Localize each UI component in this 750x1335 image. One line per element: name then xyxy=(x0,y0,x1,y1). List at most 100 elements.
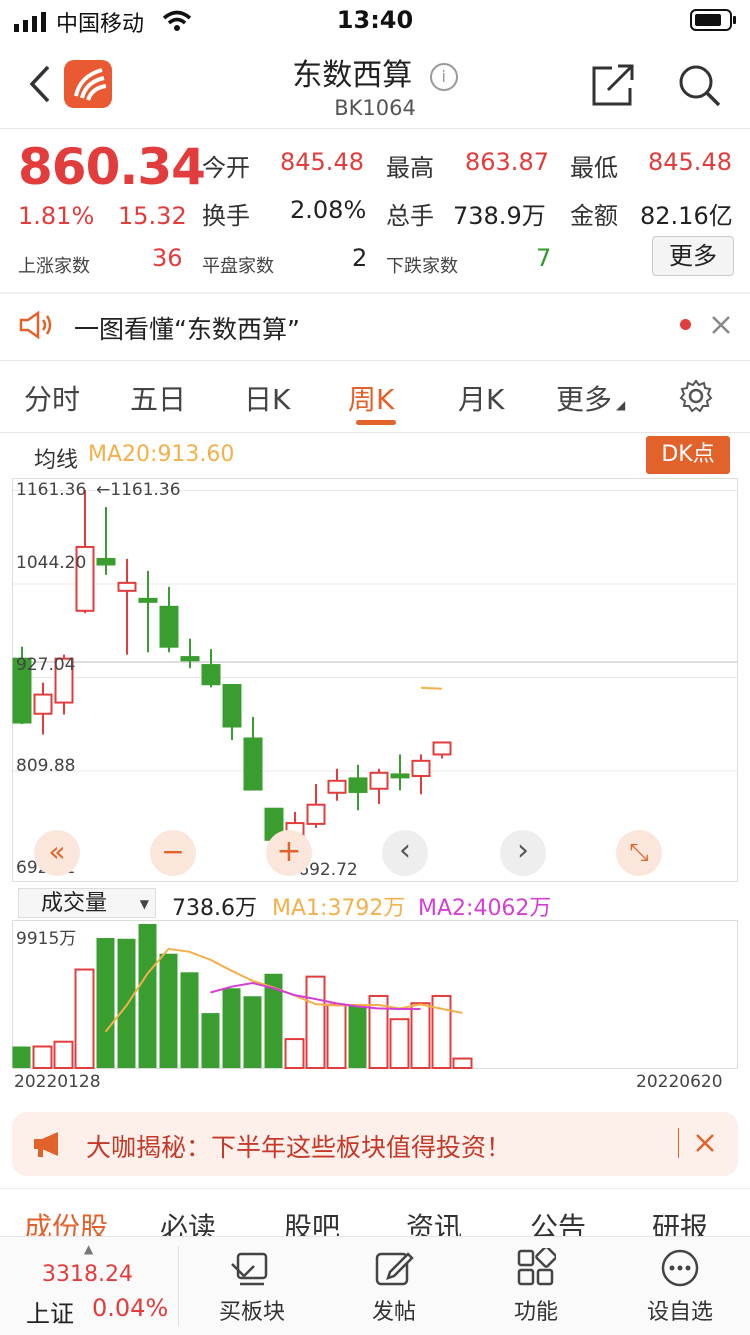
share-icon[interactable] xyxy=(590,62,638,110)
info-icon[interactable]: i xyxy=(429,62,458,91)
amount-value: 82.16亿 xyxy=(640,202,733,230)
volume-bar xyxy=(180,972,199,1068)
candle-body xyxy=(411,759,431,777)
active-tab-indicator xyxy=(356,420,396,425)
up-count-label: 上涨家数 xyxy=(18,256,90,277)
dk-point-button[interactable]: DK点 xyxy=(646,436,730,474)
volume-bar xyxy=(222,988,241,1068)
candle-body xyxy=(243,737,263,791)
tab-five-day[interactable]: 五日 xyxy=(130,378,186,418)
fullscreen-button[interactable]: ⤡ xyxy=(616,830,662,876)
speaker-icon xyxy=(19,310,52,340)
candle-body xyxy=(327,779,347,794)
edit-icon[interactable] xyxy=(374,1248,414,1288)
candle-body xyxy=(222,684,242,728)
close-notice-icon[interactable] xyxy=(710,314,732,336)
flat-count: 2 xyxy=(352,244,368,272)
index-change[interactable]: 0.04% xyxy=(92,1294,168,1322)
candle-body xyxy=(138,597,158,603)
tab-more[interactable]: 更多 ◢ xyxy=(556,378,625,418)
y-tick-0: 1161.36 xyxy=(16,480,87,500)
promo-text: 大咖揭秘：下半年这些板块值得投资！ xyxy=(86,1133,512,1162)
volume-bar xyxy=(284,1038,305,1069)
volume-bar xyxy=(201,1013,220,1068)
scroll-right-button[interactable]: › xyxy=(500,830,546,876)
close-banner-icon[interactable] xyxy=(694,1132,716,1154)
status-bar: 中国移动 13:40 xyxy=(0,0,750,40)
dropdown-arrow-icon: ▼ xyxy=(139,897,149,911)
buy-sector-label[interactable]: 买板块 xyxy=(192,1294,312,1326)
volume-bar xyxy=(348,1004,367,1068)
amount-label: 金额 xyxy=(570,202,618,230)
x-label-start: 20220128 xyxy=(14,1072,101,1092)
ma20-value: MA20:913.60 xyxy=(88,442,235,467)
more-quote-button[interactable]: 更多 xyxy=(652,236,734,276)
post-label[interactable]: 发帖 xyxy=(334,1294,454,1326)
volume-bar xyxy=(159,953,178,1068)
candle-body xyxy=(117,581,137,592)
volume-y-tick: 9915万 xyxy=(16,929,77,949)
volume-bar xyxy=(305,975,326,1069)
candle-body xyxy=(159,605,179,648)
tab-monthly-k[interactable]: 月K xyxy=(458,378,504,418)
buy-sector-icon[interactable] xyxy=(230,1250,272,1288)
high-annotation: ←1161.36 xyxy=(96,480,181,500)
candle-body xyxy=(390,773,410,779)
zoom-out-button[interactable]: − xyxy=(150,830,196,876)
settings-icon[interactable] xyxy=(678,378,714,414)
change-percent: 1.81% xyxy=(18,202,95,230)
flat-count-label: 平盘家数 xyxy=(202,256,274,277)
candlestick-chart[interactable] xyxy=(0,478,750,886)
function-label[interactable]: 功能 xyxy=(476,1294,596,1326)
volume-bar xyxy=(389,1018,410,1069)
volume-bar xyxy=(243,996,262,1068)
candle-body xyxy=(348,777,368,793)
down-count-label: 下跌家数 xyxy=(386,256,458,277)
grid-icon[interactable] xyxy=(516,1248,556,1288)
megaphone-icon xyxy=(34,1132,58,1157)
candle-body xyxy=(180,656,200,662)
search-icon[interactable] xyxy=(676,62,724,110)
volume-bar xyxy=(138,924,157,1068)
expand-up-icon[interactable]: ▲ xyxy=(84,1242,93,1256)
indicator-selector[interactable]: 成交量 ▼ xyxy=(18,888,156,918)
index-name[interactable]: 上证 xyxy=(26,1294,74,1329)
clock: 13:40 xyxy=(336,6,414,34)
more-circle-icon[interactable] xyxy=(660,1248,700,1288)
scroll-left-button[interactable]: ‹ xyxy=(382,830,428,876)
volume-bar xyxy=(12,1046,31,1068)
volume-bar xyxy=(452,1057,473,1069)
volume-bar xyxy=(96,938,115,1068)
change-amount: 15.32 xyxy=(118,202,187,230)
low-label: 最低 xyxy=(570,154,618,182)
up-count: 36 xyxy=(152,244,183,272)
tab-intraday[interactable]: 分时 xyxy=(24,378,80,418)
volume-label: 总手 xyxy=(386,202,434,230)
tab-daily-k[interactable]: 日K xyxy=(244,378,290,418)
notice-text[interactable]: 一图看懂“东数西算” xyxy=(74,310,300,346)
candle-body xyxy=(201,664,221,686)
zoom-in-button[interactable]: + xyxy=(266,830,312,876)
high-value: 863.87 xyxy=(465,148,549,176)
turnover-label: 换手 xyxy=(202,202,250,230)
volume-bar xyxy=(410,1002,431,1069)
volume-bar xyxy=(117,938,136,1068)
low-value: 845.48 xyxy=(648,148,732,176)
current-price: 860.34 xyxy=(18,138,206,196)
ma-label: 均线 xyxy=(34,448,79,473)
add-watchlist-label[interactable]: 设自选 xyxy=(620,1294,740,1326)
turnover-value: 2.08% xyxy=(290,196,367,224)
scroll-left-fast-button[interactable]: « xyxy=(34,830,80,876)
volume-bar xyxy=(53,1040,74,1069)
volume-current: 738.6万 xyxy=(172,896,257,921)
y-tick-3: 809.88 xyxy=(16,756,76,776)
index-value[interactable]: 3318.24 xyxy=(42,1262,133,1287)
dropdown-triangle-icon: ◢ xyxy=(616,398,626,412)
promo-banner[interactable]: 大咖揭秘：下半年这些板块值得投资！ xyxy=(12,1112,738,1176)
y-tick-2: 927.04 xyxy=(16,655,76,675)
tab-weekly-k[interactable]: 周K xyxy=(348,378,394,418)
candle-body xyxy=(306,803,326,825)
volume-chart[interactable] xyxy=(0,920,750,1070)
battery-icon xyxy=(690,9,736,31)
down-count: 7 xyxy=(536,244,552,272)
